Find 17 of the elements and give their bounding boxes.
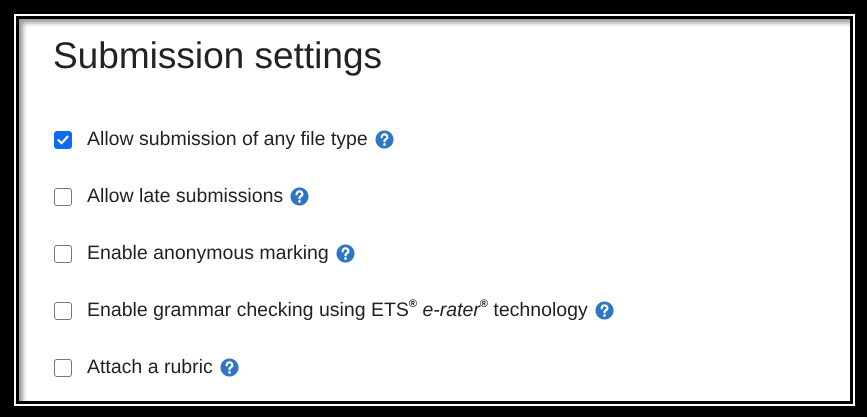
checkbox[interactable] [54,130,72,148]
option-label: Attach a rubric [87,356,213,379]
checkmark-icon [57,134,69,144]
option-label: Enable anonymous marking [87,242,329,265]
checkbox[interactable] [54,188,72,206]
help-icon[interactable] [220,358,239,377]
checkbox[interactable] [54,358,72,376]
checkbox[interactable] [54,302,72,320]
option-label: Allow late submissions [87,185,284,208]
option-label: Enable grammar checking using ETS$^{®}$ e-rater$^{®}$ technology [87,299,588,322]
section-title: Submission settings [53,35,384,77]
help-icon[interactable] [594,301,614,320]
checkbox[interactable] [54,244,72,262]
option-label: Allow submission of any file type [87,128,368,151]
help-icon[interactable] [336,244,355,263]
help-icon[interactable] [374,130,394,149]
help-icon[interactable] [290,187,310,206]
